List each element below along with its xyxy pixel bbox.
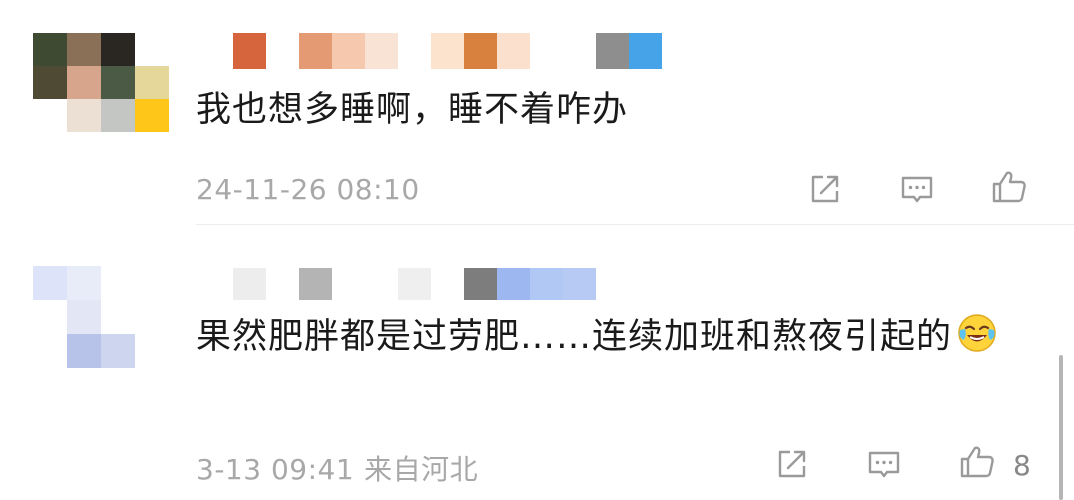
share-icon xyxy=(811,175,839,203)
username-pixel xyxy=(596,33,629,69)
share-icon xyxy=(778,450,806,478)
avatar-pixel xyxy=(101,266,135,300)
username-pixel xyxy=(431,33,464,69)
username-pixel xyxy=(464,268,497,300)
like-button[interactable] xyxy=(987,165,1031,209)
avatar-pixel xyxy=(33,99,67,132)
comment-item: 果然肥胖都是过劳肥……连续加班和熬夜引起的 3-13 09:41 来自河北 8 xyxy=(0,226,1074,500)
avatar-pixel xyxy=(101,300,135,334)
username-pixel xyxy=(332,33,365,69)
username-pixel xyxy=(497,33,530,69)
avatar-pixel xyxy=(67,266,101,300)
username-pixel xyxy=(365,33,398,69)
avatar-pixel xyxy=(33,300,67,334)
avatar-pixel xyxy=(135,33,169,66)
avatar[interactable] xyxy=(33,266,135,368)
avatar-pixel xyxy=(33,66,67,99)
comment-text: 我也想多睡啊，睡不着咋办 xyxy=(196,90,629,130)
avatar-pixel xyxy=(67,66,101,99)
username-pixel xyxy=(530,33,563,69)
username-pixel xyxy=(563,268,596,300)
thumbs-up-icon xyxy=(960,446,994,478)
username-pixel xyxy=(464,33,497,69)
avatar-pixel xyxy=(67,334,101,368)
username-pixel xyxy=(365,268,398,300)
avatar-pixel xyxy=(67,300,101,334)
avatar-pixel xyxy=(101,66,135,99)
like-count: 8 xyxy=(1013,449,1031,482)
comment-timestamp: 24-11-26 08:10 xyxy=(196,173,420,206)
username-pixel xyxy=(431,268,464,300)
comment-item: 我也想多睡啊，睡不着咋办 24-11-26 08:10 xyxy=(0,0,1074,225)
share-button[interactable] xyxy=(803,167,847,211)
username-pixel xyxy=(299,268,332,300)
username-pixel xyxy=(266,268,299,300)
username-pixel xyxy=(233,268,266,300)
username-pixel xyxy=(200,33,233,69)
thumbs-up-icon xyxy=(992,171,1026,203)
comment-meta: 24-11-26 08:10 xyxy=(196,173,420,206)
reply-button[interactable] xyxy=(862,442,906,486)
comment-text: 果然肥胖都是过劳肥……连续加班和熬夜引起的 xyxy=(196,312,1016,362)
avatar-pixel xyxy=(67,99,101,132)
username-pixel xyxy=(200,268,233,300)
username-pixel xyxy=(266,33,299,69)
username-pixel xyxy=(332,268,365,300)
avatar-pixel xyxy=(101,99,135,132)
laughing-crying-emoji-icon xyxy=(956,312,998,354)
username-pixel xyxy=(299,33,332,69)
divider xyxy=(196,224,1074,225)
avatar-pixel xyxy=(135,99,169,132)
comment-icon xyxy=(901,176,933,203)
avatar-pixel xyxy=(33,266,67,300)
username-pixel xyxy=(398,33,431,69)
like-button[interactable] xyxy=(955,440,999,484)
scrollbar[interactable] xyxy=(1059,355,1063,500)
avatar[interactable] xyxy=(33,33,169,132)
avatar-pixel xyxy=(67,33,101,66)
avatar-pixel xyxy=(101,334,135,368)
username-pixelated[interactable] xyxy=(200,268,596,300)
reply-button[interactable] xyxy=(895,167,939,211)
avatar-pixel xyxy=(33,334,67,368)
avatar-pixel xyxy=(101,33,135,66)
username-pixel xyxy=(398,268,431,300)
comment-timestamp: 3-13 09:41 xyxy=(196,453,355,486)
username-pixel xyxy=(530,268,563,300)
avatar-pixel xyxy=(33,33,67,66)
username-pixel xyxy=(497,268,530,300)
username-pixelated[interactable] xyxy=(200,33,662,69)
comment-location: 来自河北 xyxy=(364,453,479,486)
share-button[interactable] xyxy=(770,442,814,486)
comment-meta: 3-13 09:41 来自河北 xyxy=(196,448,478,488)
username-pixel xyxy=(563,33,596,69)
comment-icon xyxy=(868,451,900,478)
avatar-pixel xyxy=(135,66,169,99)
comment-text-body: 果然肥胖都是过劳肥……连续加班和熬夜引起的 xyxy=(196,317,953,357)
username-pixel xyxy=(233,33,266,69)
username-pixel xyxy=(629,33,662,69)
